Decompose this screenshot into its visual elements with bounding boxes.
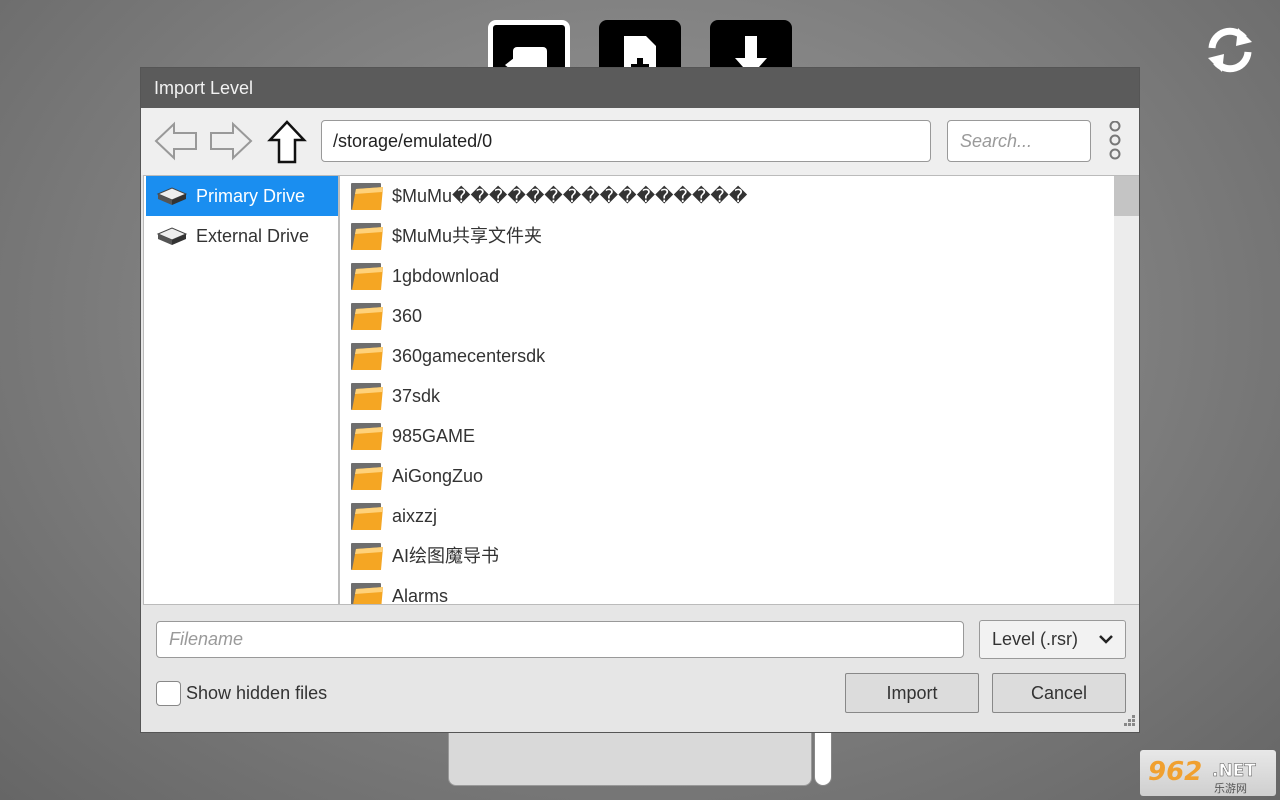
file-name: $MuMu共享文件夹 (392, 226, 543, 246)
folder-icon (351, 543, 383, 570)
file-name: $MuMu���������������� (392, 186, 748, 206)
file-name: 360 (392, 306, 423, 326)
drive-icon (156, 187, 188, 205)
show-hidden-checkbox[interactable] (156, 681, 181, 706)
file-name: Alarms (392, 586, 449, 604)
folder-icon (351, 263, 383, 290)
file-name: 1gbdownload (392, 266, 500, 286)
vertical-dots-icon[interactable] (1107, 121, 1123, 163)
watermark-logo: 962 .NET 乐游网 (1140, 750, 1276, 796)
dialog-title: Import Level (141, 68, 1139, 108)
folder-icon (351, 183, 383, 210)
path-input[interactable]: /storage/emulated/0 (321, 120, 931, 162)
file-name: AI绘图魔导书 (392, 546, 500, 566)
refresh-icon[interactable] (1202, 22, 1258, 78)
list-item[interactable]: $MuMu共享文件夹 (342, 216, 1114, 256)
drive-sidebar: Primary Drive External Drive (144, 176, 340, 604)
arrow-right-icon[interactable] (209, 121, 253, 161)
navigation-bar: /storage/emulated/0 Search... (141, 108, 1139, 175)
import-button[interactable]: Import (845, 673, 979, 713)
svg-text:乐游网: 乐游网 (1214, 782, 1247, 795)
file-type-select[interactable]: Level (.rsr) (979, 620, 1126, 659)
drive-label: External Drive (196, 226, 310, 246)
file-type-value: Level (.rsr) (992, 629, 1079, 649)
list-item[interactable]: $MuMu���������������� (342, 176, 1114, 216)
svg-text:962: 962 (1148, 757, 1202, 787)
list-item[interactable]: 1gbdownload (342, 256, 1114, 296)
folder-icon (351, 303, 383, 330)
sidebar-item-primary-drive[interactable]: Primary Drive (146, 176, 338, 216)
folder-icon (351, 583, 383, 604)
list-item[interactable]: AiGongZuo (342, 456, 1114, 496)
list-item[interactable]: 37sdk (342, 376, 1114, 416)
folder-icon (351, 343, 383, 370)
list-item[interactable]: 360gamecentersdk (342, 336, 1114, 376)
file-name: AiGongZuo (392, 466, 484, 486)
list-item[interactable]: AI绘图魔导书 (342, 536, 1114, 576)
filename-input[interactable]: Filename (156, 621, 964, 658)
sidebar-item-external-drive[interactable]: External Drive (146, 216, 338, 256)
file-name: 360gamecentersdk (392, 346, 546, 366)
show-hidden-label: Show hidden files (186, 683, 328, 703)
browser-area: Primary Drive External Drive $MuMu������… (143, 175, 1139, 605)
folder-icon (351, 463, 383, 490)
drive-icon (156, 227, 188, 245)
file-list-scrollbar[interactable] (1114, 176, 1139, 604)
chevron-down-icon (1099, 635, 1113, 644)
folder-icon (351, 383, 383, 410)
folder-icon (351, 223, 383, 250)
svg-text:.NET: .NET (1212, 761, 1256, 781)
list-item[interactable]: Alarms (342, 576, 1114, 604)
file-list: $MuMu���������������� $MuMu共享文件夹 1gbdownlo… (342, 176, 1114, 604)
arrow-left-icon[interactable] (154, 121, 198, 161)
file-name: aixzzj (392, 506, 438, 526)
scrollbar-thumb[interactable] (1114, 176, 1139, 216)
cancel-button[interactable]: Cancel (992, 673, 1126, 713)
folder-icon (351, 423, 383, 450)
folder-icon (351, 503, 383, 530)
file-name: 985GAME (392, 426, 476, 446)
arrow-up-icon[interactable] (267, 120, 307, 164)
list-item[interactable]: 985GAME (342, 416, 1114, 456)
drive-label: Primary Drive (196, 186, 306, 206)
list-item[interactable]: aixzzj (342, 496, 1114, 536)
file-name: 37sdk (392, 386, 441, 406)
resize-grip-icon[interactable] (1119, 713, 1137, 729)
list-item[interactable]: 360 (342, 296, 1114, 336)
search-input[interactable]: Search... (947, 120, 1091, 162)
import-level-dialog: Import Level /storage/emulated/0 Search.… (140, 67, 1140, 733)
